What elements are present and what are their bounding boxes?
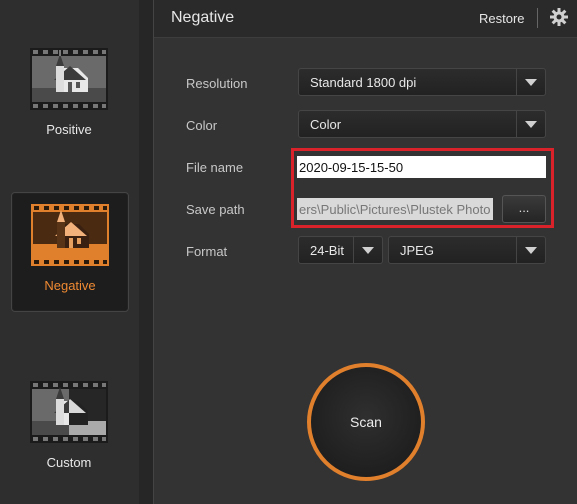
format-label: Format bbox=[186, 244, 228, 259]
resolution-select[interactable]: Standard 1800 dpi bbox=[298, 68, 546, 96]
color-label: Color bbox=[186, 118, 218, 133]
positive-church-icon bbox=[30, 48, 108, 110]
chevron-down-icon bbox=[353, 237, 382, 263]
gear-icon[interactable] bbox=[550, 8, 568, 26]
chevron-down-icon bbox=[516, 69, 545, 95]
restore-button[interactable]: Restore bbox=[479, 11, 525, 26]
save-path-label: Save path bbox=[186, 202, 245, 217]
chevron-down-icon bbox=[516, 111, 545, 137]
mode-label: Negative bbox=[44, 278, 96, 293]
color-value: Color bbox=[310, 117, 342, 132]
file-name-input[interactable] bbox=[297, 156, 546, 178]
color-select[interactable]: Color bbox=[298, 110, 546, 138]
mode-label: Custom bbox=[46, 455, 92, 470]
file-type-value: JPEG bbox=[400, 243, 434, 258]
file-name-label: File name bbox=[186, 160, 244, 175]
negative-church-icon bbox=[31, 204, 109, 266]
chevron-down-icon bbox=[516, 237, 545, 263]
scan-button[interactable]: Scan bbox=[307, 363, 425, 481]
mode-positive[interactable]: Positive bbox=[11, 37, 127, 155]
custom-church-icon bbox=[30, 381, 108, 443]
bit-depth-select[interactable]: 24-Bit bbox=[298, 236, 383, 264]
save-path-field[interactable] bbox=[297, 198, 493, 220]
settings-panel: Negative Restore Resolution Standard 180… bbox=[153, 0, 577, 504]
header-divider bbox=[537, 8, 538, 28]
panel-header: Negative Restore bbox=[154, 0, 577, 38]
scan-label: Scan bbox=[350, 414, 382, 430]
resolution-label: Resolution bbox=[186, 76, 248, 91]
mode-sidebar: Positive Negative Custom bbox=[0, 0, 139, 504]
mode-label: Positive bbox=[46, 122, 92, 137]
browse-button[interactable]: ... bbox=[502, 195, 546, 223]
resolution-value: Standard 1800 dpi bbox=[310, 75, 417, 90]
mode-custom[interactable]: Custom bbox=[11, 370, 127, 488]
bit-depth-value: 24-Bit bbox=[310, 243, 344, 258]
file-type-select[interactable]: JPEG bbox=[388, 236, 546, 264]
mode-negative[interactable]: Negative bbox=[11, 192, 129, 312]
page-title: Negative bbox=[171, 9, 235, 26]
sidebar-splitter bbox=[139, 0, 153, 504]
